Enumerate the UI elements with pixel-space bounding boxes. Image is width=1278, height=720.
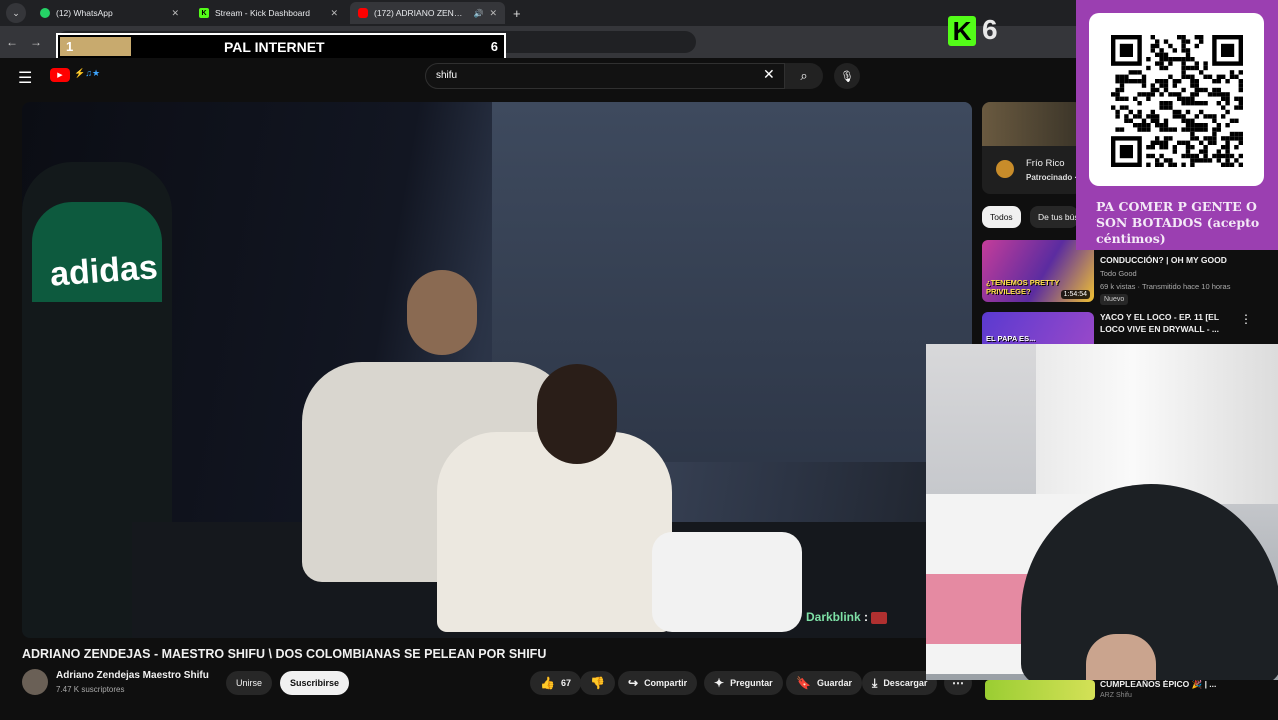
sponsored-ad[interactable]: Frío Rico Patrocinado ·	[982, 102, 1082, 194]
curtain	[1036, 344, 1278, 504]
thumbs-down-icon: 👎	[590, 676, 605, 690]
menu-icon[interactable]: ☰	[18, 68, 32, 88]
recommendation-thumbnail[interactable]	[985, 680, 1095, 700]
ad-image	[982, 102, 1082, 146]
man-head	[407, 270, 477, 355]
download-label: Descargar	[883, 678, 928, 688]
new-badge: Nuevo	[1100, 294, 1129, 305]
save-button[interactable]: 🔖 Guardar	[786, 671, 862, 695]
download-icon: ⤓	[872, 675, 878, 690]
share-button[interactable]: ↪ Compartir	[618, 671, 698, 695]
tab-kick-dashboard[interactable]: K Stream - Kick Dashboard ✕	[191, 2, 346, 24]
join-button[interactable]: Unirse	[226, 671, 273, 695]
goal-text: PAL INTERNET	[224, 39, 325, 55]
chip-all[interactable]: Todos	[982, 206, 1021, 228]
tab-youtube[interactable]: (172) ADRIANO ZENDEJAS 🔊 ✕	[350, 2, 505, 24]
chat-separator: :	[864, 610, 869, 624]
video-title: ADRIANO ZENDEJAS - MAESTRO SHIFU \ DOS C…	[22, 647, 547, 661]
new-tab-button[interactable]: +	[513, 6, 521, 21]
microphone-icon[interactable]: 🎙	[834, 63, 860, 89]
youtube-logo-icon[interactable]: ▶	[50, 68, 70, 82]
blanket	[652, 532, 802, 632]
ad-logo-icon	[996, 160, 1014, 178]
doodle-icon[interactable]: ⚡♫★	[74, 68, 100, 79]
forward-arrow-icon[interactable]: →	[24, 35, 48, 49]
tab-search-icon[interactable]: ⌄	[6, 3, 26, 23]
dislike-button[interactable]: 👎	[580, 671, 615, 695]
woman-body	[437, 432, 672, 632]
qr-code-icon	[1111, 35, 1243, 167]
recommendation-title[interactable]: YACO Y EL LOCO - EP. 11 [EL LOCO VIVE EN…	[1100, 311, 1240, 335]
recommendation-channel: Todo Good	[1100, 269, 1137, 278]
share-icon: ↪	[628, 676, 639, 690]
viewer-count: 6	[982, 14, 998, 45]
recommendation-title[interactable]: CONDUCCIÓN? | OH MY GOOD	[1100, 254, 1240, 266]
recommendation-meta: 69 k vistas · Transmitido hace 10 horas	[1100, 282, 1231, 291]
youtube-icon	[358, 8, 368, 18]
streamer-face	[1086, 634, 1156, 680]
chat-username: Darkblink	[806, 610, 861, 624]
channel-avatar[interactable]	[22, 669, 48, 695]
search-input[interactable]: shifu	[425, 63, 785, 89]
thumbs-up-icon: 👍	[540, 676, 555, 690]
ad-sponsor-label: Patrocinado ·	[1026, 173, 1078, 182]
like-count: 67	[560, 678, 571, 688]
sparkle-icon: ✦	[714, 676, 725, 690]
recommendation-channel: ARZ Shifu	[1100, 692, 1132, 699]
chat-message: Darkblink :	[806, 610, 888, 624]
youtube-header: ☰ ▶ ⚡♫★ shifu ✕ ⌕ 🎙	[0, 58, 1080, 94]
webcam-overlay	[926, 344, 1278, 680]
subscriber-count: 7.47 K suscriptores	[56, 685, 125, 694]
clear-search-icon[interactable]: ✕	[763, 66, 775, 83]
tab-title: (12) WhatsApp	[56, 8, 113, 18]
share-label: Compartir	[644, 678, 688, 688]
stream-goal-banner: 1 PAL INTERNET 6	[56, 33, 506, 60]
bookmark-icon: 🔖	[796, 676, 811, 690]
shirt-brand-text: adidas	[48, 248, 159, 294]
subscribe-button[interactable]: Suscribirse	[280, 671, 350, 695]
close-icon[interactable]: ✕	[489, 8, 497, 19]
kick-icon: K	[199, 8, 209, 18]
video-player[interactable]: adidas	[22, 102, 972, 638]
kick-logo-icon: K	[948, 16, 976, 46]
ask-label: Preguntar	[730, 678, 773, 688]
chip-from-your-searches[interactable]: De tus búsquedas	[1030, 206, 1078, 228]
tab-whatsapp[interactable]: (12) WhatsApp ✕	[32, 2, 187, 24]
more-vert-icon[interactable]: ⋮	[1240, 312, 1252, 326]
whatsapp-icon	[40, 8, 50, 18]
speaker-icon[interactable]: 🔊	[473, 9, 483, 18]
recommendation-title[interactable]: CUMPLEAÑOS ÉPICO 🎉 | ...	[1100, 679, 1216, 690]
close-icon[interactable]: ✕	[171, 8, 179, 19]
tab-title: Stream - Kick Dashboard	[215, 8, 310, 18]
ask-button[interactable]: ✦ Preguntar	[704, 671, 783, 695]
save-label: Guardar	[816, 678, 852, 688]
donation-panel: PA COMER P GENTE O SON BOTADOS (acepto c…	[1076, 0, 1278, 250]
woman-head	[537, 364, 617, 464]
goal-current: 1	[66, 39, 74, 54]
thumbnail-text: EL PAPA ES...	[986, 334, 1036, 343]
tab-title: (172) ADRIANO ZENDEJAS	[374, 8, 467, 18]
like-button[interactable]: 👍 67	[530, 671, 581, 695]
emote-icon	[871, 611, 888, 624]
search-icon[interactable]: ⌕	[785, 63, 823, 89]
close-icon[interactable]: ✕	[330, 8, 338, 19]
goal-target: 6	[490, 39, 498, 54]
channel-name[interactable]: Adriano Zendejas Maestro Shifu	[56, 670, 209, 681]
video-duration: 1:54:54	[1060, 290, 1090, 299]
back-arrow-icon[interactable]: ←	[0, 35, 24, 49]
ad-title: Frío Rico	[1026, 158, 1065, 169]
donation-caption: PA COMER P GENTE O SON BOTADOS (acepto c…	[1096, 199, 1260, 246]
qr-code-frame	[1089, 13, 1264, 186]
